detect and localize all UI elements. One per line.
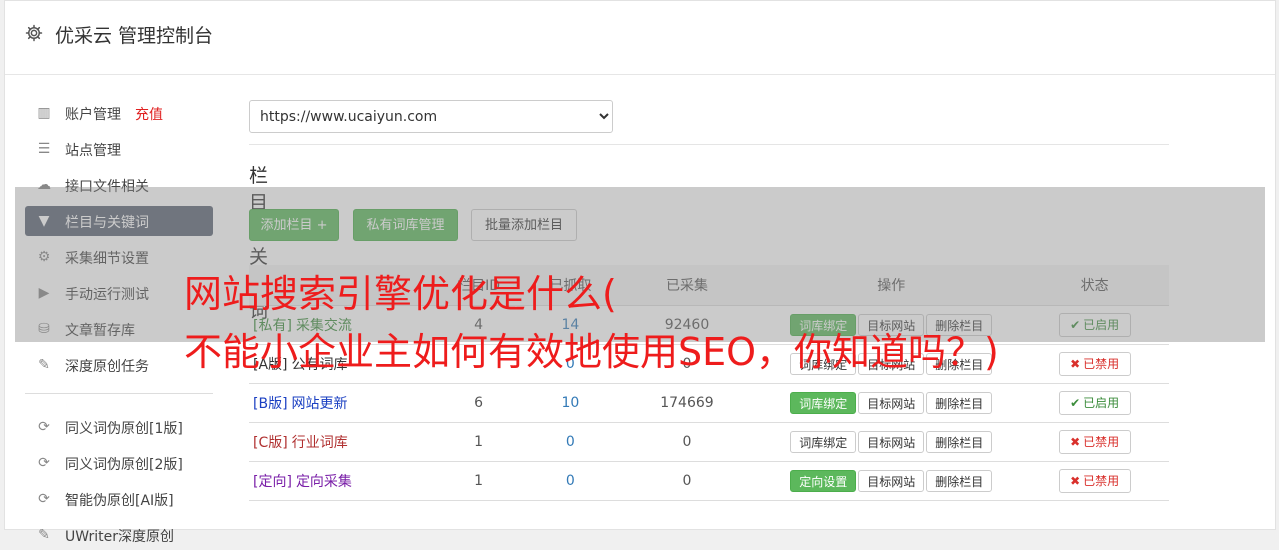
collected-cell: 0 — [611, 461, 763, 501]
delete-column-button[interactable]: 删除栏目 — [926, 470, 993, 492]
table-row: [定向] 定向采集 1 0 0 定向设置 目标网站 删除栏目 ✖ 已禁用 — [249, 461, 1169, 501]
sidebar-item[interactable]: ▥ 账户管理 充值 — [25, 98, 213, 128]
refresh-icon: ⟳ — [38, 455, 50, 471]
table-row: [B版] 网站更新 6 10 174669 词库绑定 目标网站 删除栏目 ✔ 已启用 — [249, 383, 1169, 423]
crawled-cell-value[interactable]: 10 — [561, 395, 579, 411]
status-cell: ✖ 已禁用 — [1020, 461, 1169, 501]
target-site-button[interactable]: 目标网站 — [858, 431, 925, 453]
column-id-cell: 1 — [428, 422, 529, 462]
column-name[interactable]: 定向采集 — [296, 474, 352, 490]
status-cell: ✖ 已禁用 — [1020, 344, 1169, 384]
gear-icon — [25, 24, 43, 42]
cross-icon: ✖ — [1070, 357, 1081, 371]
column-id-cell-value: 1 — [474, 434, 484, 450]
sidebar-item-label: 智能伪原创[AI版] — [65, 493, 174, 509]
crawled-cell-value[interactable]: 0 — [566, 473, 575, 489]
status-label: 已禁用 — [1083, 474, 1120, 488]
collected-cell-value: 0 — [682, 434, 692, 450]
crawled-cell[interactable]: 0 — [528, 422, 612, 462]
column-name-cell[interactable]: [B版] 网站更新 — [249, 383, 429, 423]
refresh-icon: ⟳ — [38, 419, 50, 435]
status-toggle[interactable]: ✖ 已禁用 — [1058, 352, 1131, 376]
sidebar-item-label: 账户管理 — [65, 107, 121, 123]
sidebar-divider — [25, 393, 213, 394]
sidebar-item-label: UWriter深度原创 — [65, 529, 174, 545]
check-icon: ✔ — [1070, 396, 1081, 410]
cross-icon: ✖ — [1070, 474, 1081, 488]
collected-cell: 0 — [611, 422, 763, 462]
collected-cell: 174669 — [611, 383, 763, 423]
recharge-link[interactable]: 充值 — [135, 104, 163, 124]
status-label: 已禁用 — [1083, 435, 1120, 449]
status-cell: ✖ 已禁用 — [1020, 422, 1169, 462]
column-name[interactable]: 网站更新 — [292, 396, 348, 412]
refresh-icon: ⟳ — [38, 491, 50, 507]
sidebar-item[interactable]: ⟳ 同义词伪原创[2版] — [25, 448, 213, 478]
delete-column-button[interactable]: 删除栏目 — [926, 392, 993, 414]
column-name-cell[interactable]: [定向] 定向采集 — [249, 461, 429, 501]
sidebar-item-label: 站点管理 — [65, 143, 121, 159]
column-type-tag: [定向] — [253, 474, 292, 490]
overlay-title-line2: 不能小企业主如何有效地使用SEO，你知道吗？) — [184, 330, 999, 374]
column-id-cell-value: 1 — [474, 473, 484, 489]
column-id-cell: 6 — [428, 383, 529, 423]
status-toggle[interactable]: ✔ 已启用 — [1058, 391, 1131, 415]
bar-chart-icon: ▥ — [37, 105, 51, 121]
server-icon: ☰ — [37, 141, 51, 157]
sidebar-item-label: 同义词伪原创[2版] — [65, 457, 183, 473]
delete-column-button[interactable]: 删除栏目 — [926, 431, 993, 453]
header: 优采云 管理控制台 — [5, 1, 1275, 75]
status-cell: ✔ 已启用 — [1020, 383, 1169, 423]
bind-lib-button[interactable]: 词库绑定 — [790, 392, 857, 414]
overlay-band — [15, 187, 1265, 342]
ops-cell: 词库绑定 目标网站 删除栏目 — [762, 422, 1021, 462]
cross-icon: ✖ — [1070, 435, 1081, 449]
column-name-cell[interactable]: [C版] 行业词库 — [249, 422, 429, 462]
sidebar-item[interactable]: ⟳ 智能伪原创[AI版] — [25, 484, 213, 514]
crawled-cell[interactable]: 0 — [528, 461, 612, 501]
status-toggle[interactable]: ✖ 已禁用 — [1058, 430, 1131, 454]
table-row: [C版] 行业词库 1 0 0 词库绑定 目标网站 删除栏目 ✖ 已禁用 — [249, 422, 1169, 462]
divider — [249, 144, 1169, 145]
bind-lib-button[interactable]: 定向设置 — [790, 470, 857, 492]
sidebar-item[interactable]: ⟳ 同义词伪原创[1版] — [25, 412, 213, 442]
column-type-tag: [C版] — [253, 435, 288, 451]
crawled-cell[interactable]: 10 — [528, 383, 612, 423]
ops-cell: 定向设置 目标网站 删除栏目 — [762, 461, 1021, 501]
sidebar-item[interactable]: ☰ 站点管理 — [25, 134, 213, 164]
column-name[interactable]: 行业词库 — [292, 435, 348, 451]
target-site-button[interactable]: 目标网站 — [858, 392, 925, 414]
sidebar-item[interactable]: ✎ UWriter深度原创 — [25, 520, 213, 550]
status-toggle[interactable]: ✖ 已禁用 — [1058, 469, 1131, 493]
collected-cell-value: 0 — [682, 473, 692, 489]
status-label: 已禁用 — [1083, 357, 1120, 371]
target-site-button[interactable]: 目标网站 — [858, 470, 925, 492]
sidebar-item-label: 深度原创任务 — [65, 359, 149, 375]
column-id-cell-value: 6 — [474, 395, 484, 411]
sidebar-item-label: 同义词伪原创[1版] — [65, 421, 183, 437]
crawled-cell-value[interactable]: 0 — [566, 434, 575, 450]
ops-cell: 词库绑定 目标网站 删除栏目 — [762, 383, 1021, 423]
collected-cell-value: 174669 — [660, 395, 714, 411]
edit-icon: ✎ — [38, 527, 50, 543]
column-type-tag: [B版] — [253, 396, 288, 412]
site-select[interactable]: https://www.ucaiyun.com — [249, 100, 613, 133]
status-label: 已启用 — [1083, 396, 1120, 410]
column-id-cell: 1 — [428, 461, 529, 501]
edit-icon: ✎ — [38, 357, 50, 373]
app-title: 优采云 管理控制台 — [55, 25, 214, 47]
bind-lib-button[interactable]: 词库绑定 — [790, 431, 857, 453]
overlay-title-line1: 网站搜索引擎优化是什么( — [184, 272, 617, 316]
